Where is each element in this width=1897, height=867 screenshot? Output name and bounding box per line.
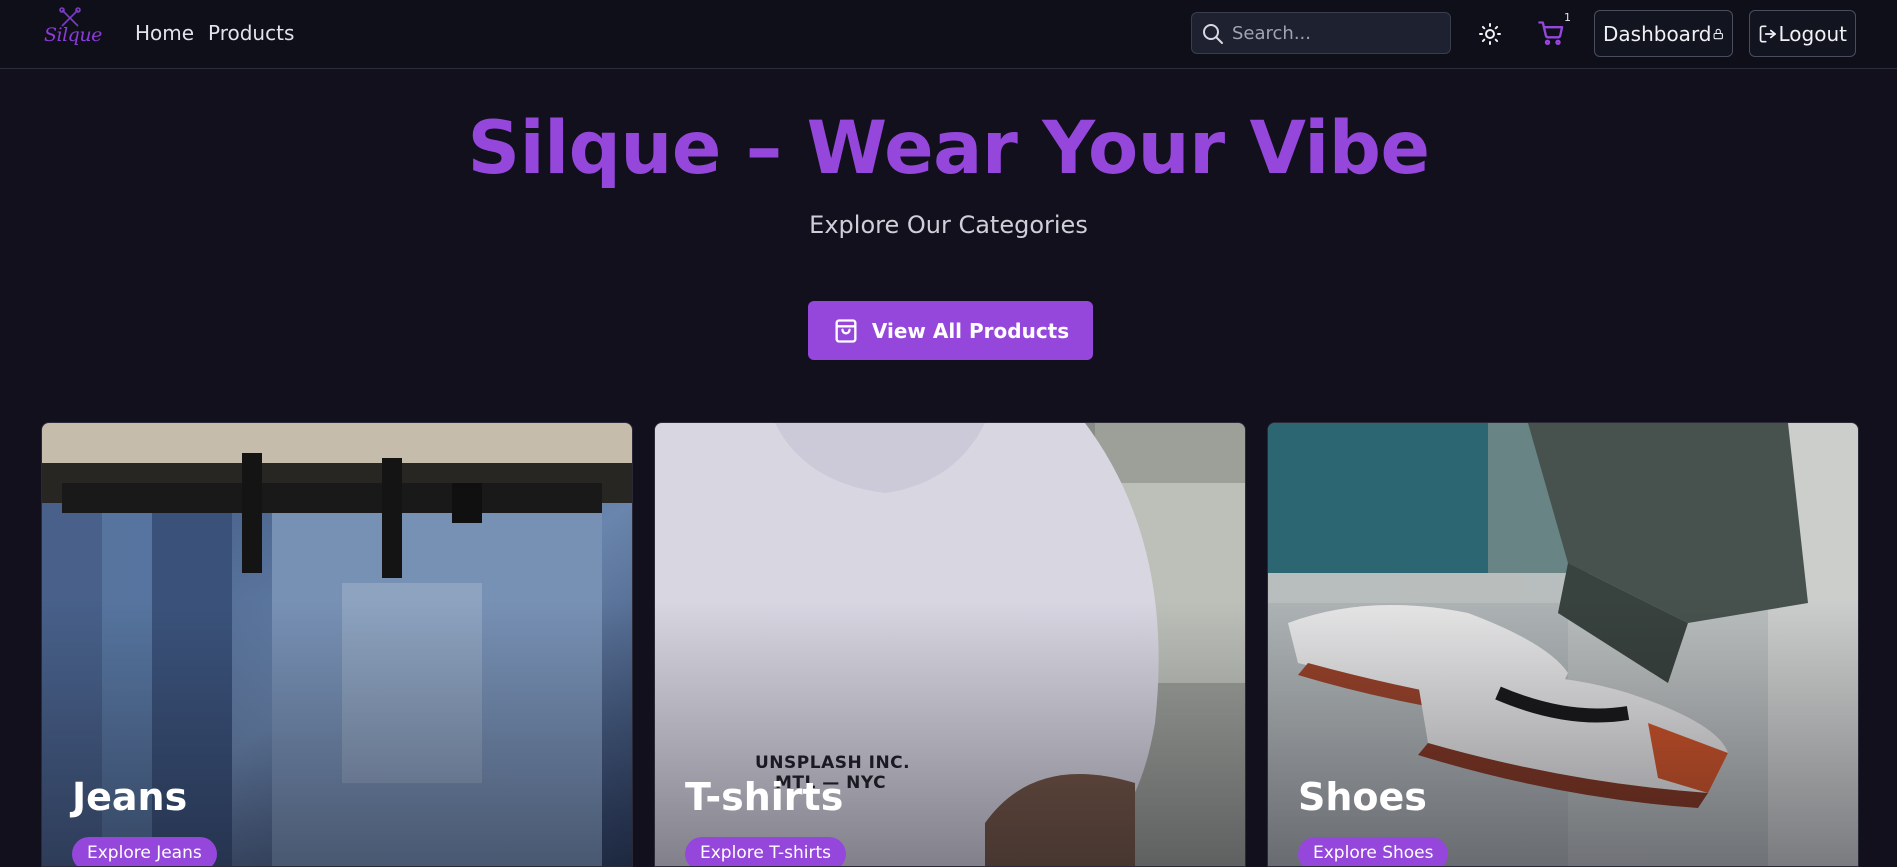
hero-subtitle: Explore Our Categories [809,211,1088,239]
explore-tshirts-button[interactable]: Explore T-shirts [685,837,847,866]
nav-home[interactable]: Home [135,21,194,45]
tshirt-print-line-1: UNSPLASH INC. [755,753,911,773]
explore-shoes-button[interactable]: Explore Shoes [1298,837,1449,866]
category-card-jeans[interactable]: Jeans Explore Jeans [41,422,633,867]
category-title-jeans: Jeans [72,775,188,819]
search-bar[interactable] [1191,12,1451,54]
logout-button[interactable]: Logout [1749,10,1856,57]
view-all-products-button[interactable]: View All Products [808,301,1093,360]
category-card-shoes[interactable]: Shoes Explore Shoes [1267,422,1859,867]
logo-text: Silque [44,24,102,46]
explore-jeans-button[interactable]: Explore Jeans [72,837,217,866]
lock-icon [1713,28,1723,39]
logout-icon [1759,24,1776,43]
category-title-shoes: Shoes [1298,775,1427,819]
view-all-products-label: View All Products [871,318,1070,343]
nav-products[interactable]: Products [208,21,294,45]
cart-button[interactable] [1537,19,1565,51]
logout-label: Logout [1778,21,1847,46]
dashboard-label: Dashboard [1603,21,1712,46]
category-card-tshirts[interactable]: UNSPLASH INC. MTL — NYC T-shirts Explore… [654,422,1246,867]
search-input[interactable] [1232,13,1442,53]
cart-count-badge: 1 [1564,11,1571,24]
search-icon [1203,24,1223,44]
sun-icon [1479,23,1501,45]
silque-logo[interactable]: Silque [42,6,102,60]
shopping-bag-icon [835,318,857,343]
hero-title: Silque – Wear Your Vibe [467,106,1431,191]
top-navbar: Silque Home Products Search... 1 Dashboa… [0,0,1897,69]
dashboard-button[interactable]: Dashboard [1594,10,1733,57]
category-title-tshirts: T-shirts [685,775,844,819]
theme-toggle-button[interactable] [1478,22,1502,50]
cart-icon [1538,21,1564,46]
